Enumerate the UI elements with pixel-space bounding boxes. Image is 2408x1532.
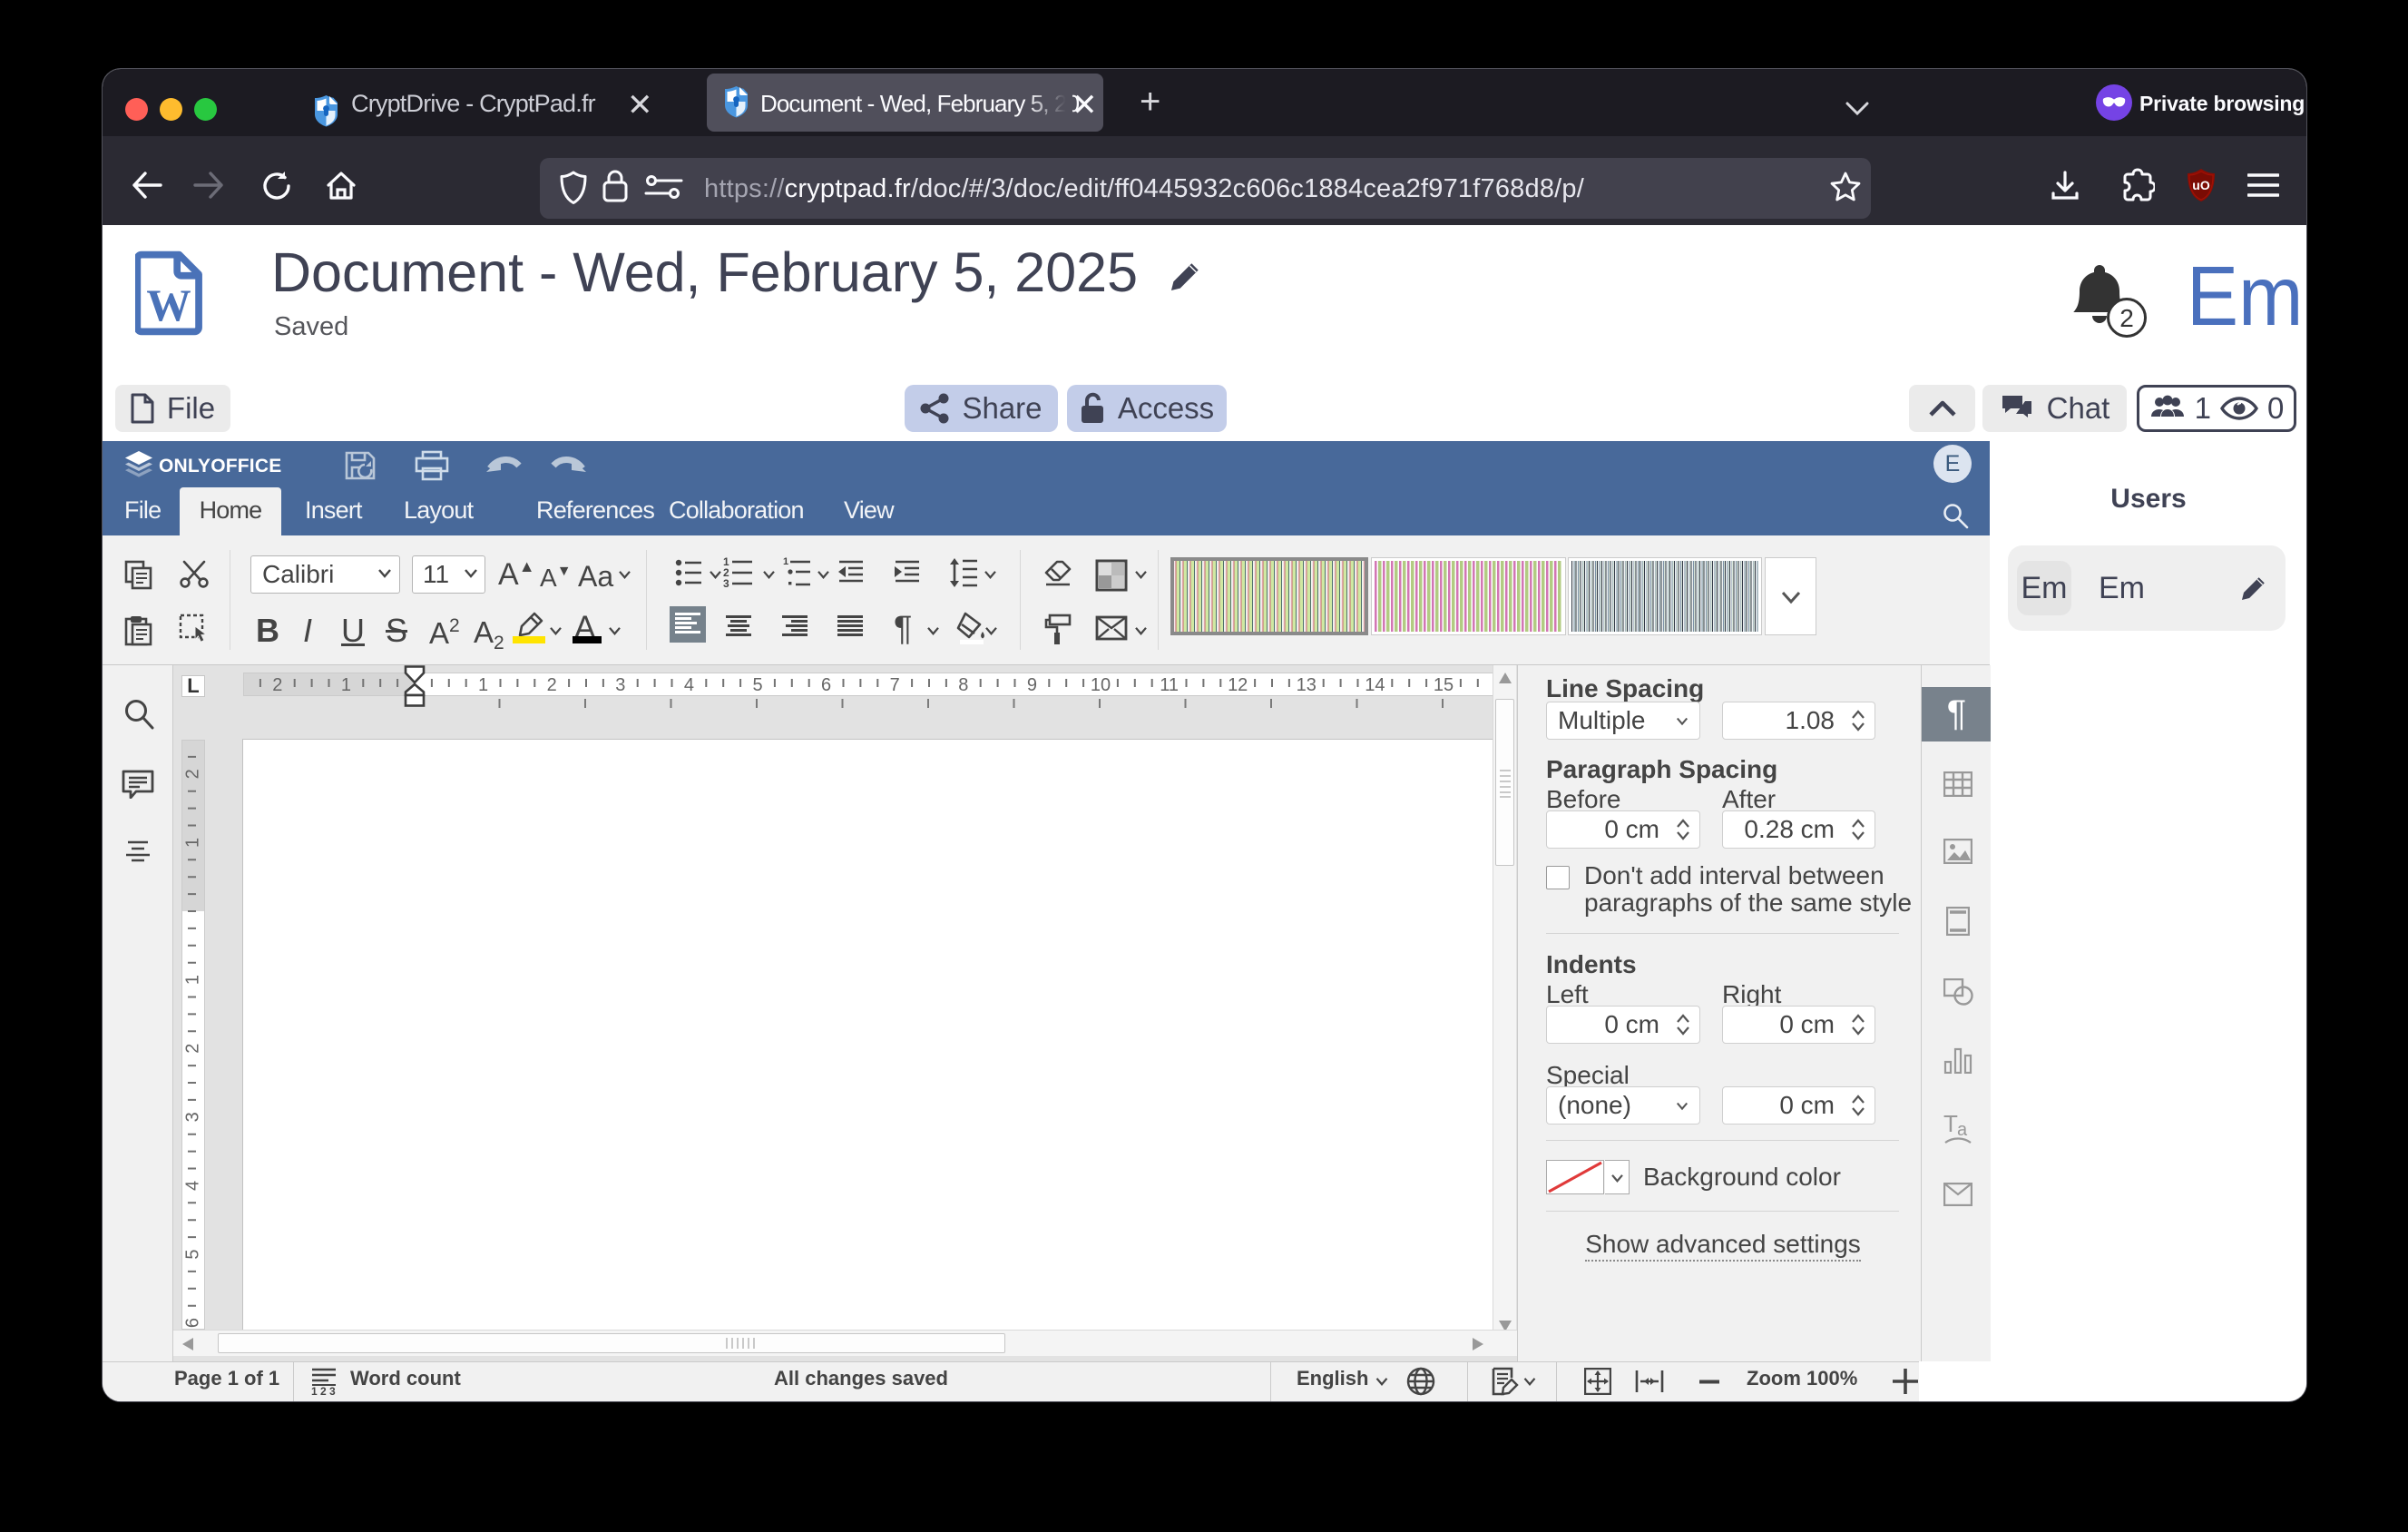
svg-text:3: 3: [615, 675, 625, 695]
svg-text:11: 11: [1160, 675, 1179, 695]
svg-text:10: 10: [1091, 675, 1111, 695]
svg-text:2: 2: [272, 675, 282, 695]
svg-text:1 2 3: 1 2 3: [311, 1385, 336, 1395]
svg-text:a: a: [1957, 1120, 1968, 1140]
svg-text:uO: uO: [2192, 178, 2210, 192]
svg-text:3: 3: [723, 577, 729, 589]
svg-text:T: T: [1943, 1114, 1958, 1137]
svg-text:7: 7: [890, 675, 900, 695]
svg-text:13: 13: [1297, 675, 1317, 695]
svg-text:3: 3: [183, 1112, 203, 1122]
svg-text:9: 9: [1027, 675, 1037, 695]
svg-text:5: 5: [183, 1249, 203, 1259]
svg-text:1: 1: [183, 975, 203, 985]
svg-text:5: 5: [752, 675, 762, 695]
svg-text:8: 8: [958, 675, 968, 695]
svg-text:4: 4: [684, 675, 694, 695]
svg-text:12: 12: [1228, 675, 1248, 695]
svg-text:2: 2: [183, 1044, 203, 1054]
svg-text:2: 2: [183, 769, 203, 779]
svg-text:6: 6: [183, 1318, 203, 1328]
svg-text:1: 1: [783, 556, 788, 567]
svg-text:4: 4: [183, 1181, 203, 1191]
svg-text:2: 2: [547, 675, 557, 695]
svg-text:14: 14: [1365, 675, 1385, 695]
svg-text:6: 6: [821, 675, 831, 695]
svg-text:W: W: [146, 280, 191, 330]
svg-text:1: 1: [341, 675, 351, 695]
svg-text:15: 15: [1434, 675, 1454, 695]
svg-text:1: 1: [478, 675, 488, 695]
svg-text:1: 1: [183, 838, 203, 848]
